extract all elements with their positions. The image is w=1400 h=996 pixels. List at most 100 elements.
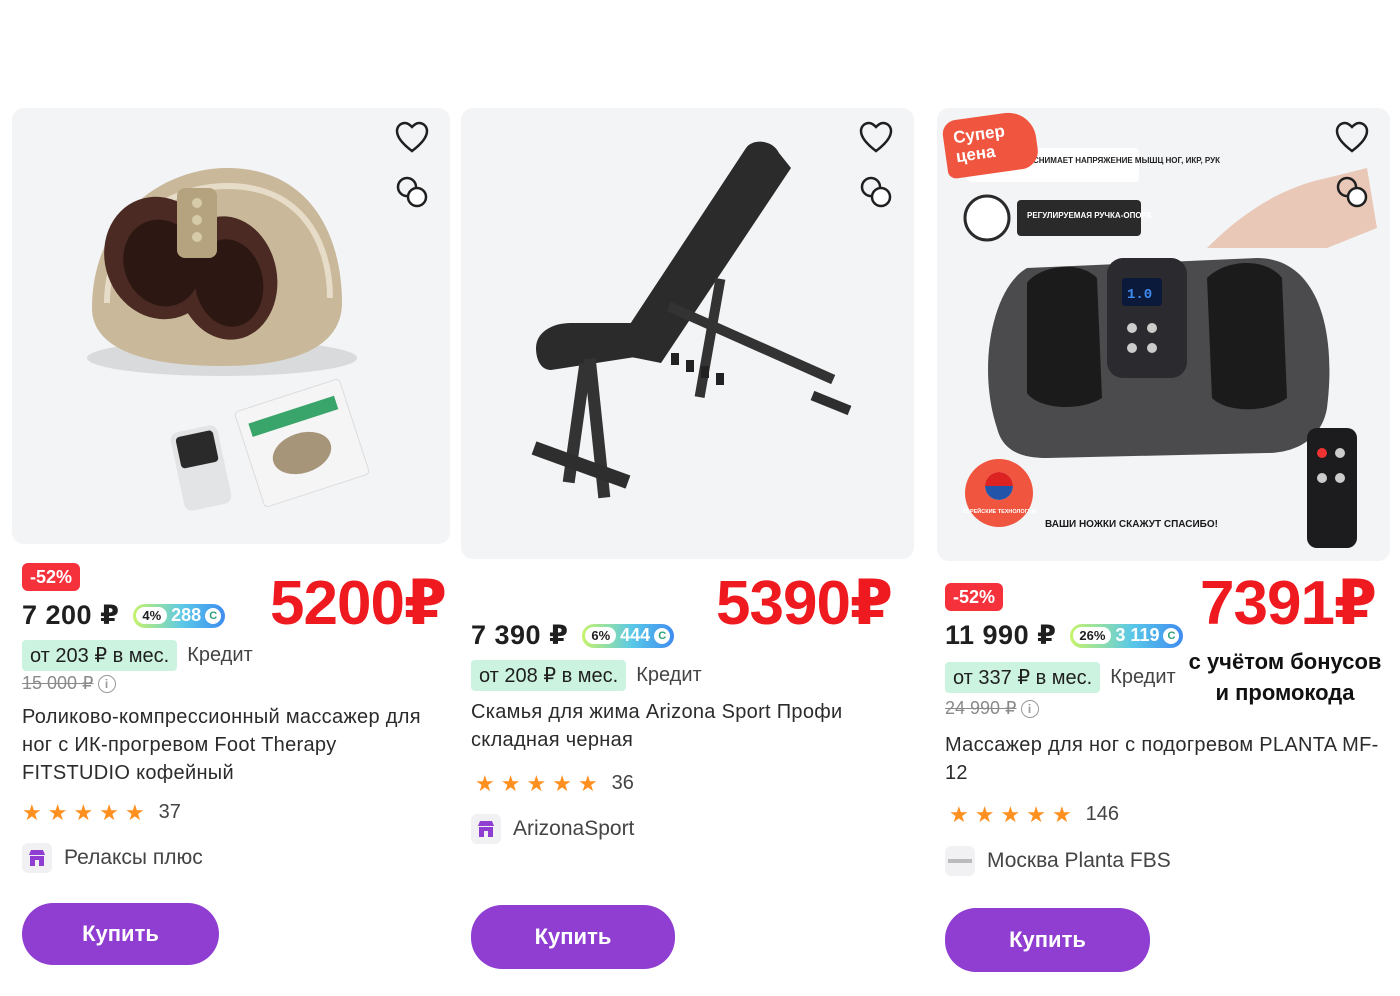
seller-name: Москва Planta FBS bbox=[987, 849, 1171, 872]
promo-price: 5200₽ bbox=[270, 569, 447, 638]
product-card: -52% 7 200 ₽ 4% 288 С от 203 ₽ в мес. Кр… bbox=[12, 0, 452, 996]
bonus-coin-icon: С bbox=[654, 627, 671, 644]
seller-name: Релаксы плюс bbox=[64, 846, 203, 869]
star-icon: ★ bbox=[1051, 801, 1072, 827]
buy-button[interactable]: Купить bbox=[22, 903, 219, 965]
monthly-payment[interactable]: от 203 ₽ в мес. bbox=[22, 640, 178, 671]
credit-row: от 208 ₽ в мес. Кредит bbox=[471, 660, 702, 691]
svg-text:1.0: 1.0 bbox=[1127, 287, 1152, 303]
rating: ★ ★ ★ ★ ★ 146 bbox=[949, 803, 1119, 826]
product-image[interactable] bbox=[461, 108, 914, 559]
star-rating: ★ ★ ★ ★ ★ bbox=[22, 799, 145, 825]
credit-row: от 203 ₽ в мес. Кредит bbox=[22, 640, 253, 671]
seller[interactable]: Москва Planta FBS bbox=[945, 846, 1171, 876]
bonus-percent: 26% bbox=[1073, 627, 1112, 644]
bonus-amount: 288 bbox=[171, 605, 202, 625]
star-icon: ★ bbox=[974, 801, 995, 827]
promo-note: с учётом бонусов и промокода bbox=[1178, 646, 1392, 708]
rating: ★ ★ ★ ★ ★ 36 bbox=[475, 772, 634, 795]
star-rating: ★ ★ ★ ★ ★ bbox=[475, 770, 598, 796]
monthly-payment[interactable]: от 208 ₽ в мес. bbox=[471, 660, 627, 691]
compare-icon[interactable] bbox=[858, 174, 894, 210]
heart-icon[interactable] bbox=[1334, 120, 1370, 156]
current-price: 7 200 ₽ bbox=[22, 600, 120, 630]
star-icon: ★ bbox=[1000, 801, 1021, 827]
star-icon: ★ bbox=[526, 770, 547, 796]
bonus-coin-icon: С bbox=[1163, 627, 1180, 644]
bonus-amount: 444 bbox=[620, 625, 651, 645]
foot-massager-image bbox=[87, 168, 370, 511]
discount-badge: -52% bbox=[945, 583, 1004, 611]
star-icon: ★ bbox=[1026, 801, 1046, 827]
current-price: 7 390 ₽ bbox=[471, 620, 569, 650]
monthly-payment[interactable]: от 337 ₽ в мес. bbox=[945, 662, 1101, 693]
old-price: 24 990 ₽ bbox=[945, 698, 1017, 718]
review-count[interactable]: 146 bbox=[1086, 803, 1119, 826]
seller-name: ArizonaSport bbox=[513, 817, 635, 840]
star-rating: ★ ★ ★ ★ ★ bbox=[949, 801, 1072, 827]
bench-image bbox=[531, 141, 852, 499]
discount-badge: -52% bbox=[22, 563, 81, 591]
svg-text:ВАШИ НОЖКИ СКАЖУТ СПАСИБО!: ВАШИ НОЖКИ СКАЖУТ СПАСИБО! bbox=[1045, 519, 1218, 530]
credit-link[interactable]: Кредит bbox=[187, 644, 252, 667]
seller[interactable]: Релаксы плюс bbox=[22, 843, 203, 873]
star-icon: ★ bbox=[47, 799, 68, 825]
star-icon: ★ bbox=[552, 770, 572, 796]
bonus-badge: 26% 3 119 С bbox=[1070, 623, 1184, 648]
product-card: 7 390 ₽ 6% 444 С от 208 ₽ в мес. Кредит … bbox=[461, 0, 914, 996]
old-price: 15 000 ₽ bbox=[22, 673, 94, 693]
star-icon: ★ bbox=[949, 801, 969, 827]
seller[interactable]: ArizonaSport bbox=[471, 814, 634, 844]
product-image[interactable] bbox=[12, 108, 450, 544]
promo-price: 5390₽ bbox=[716, 569, 893, 638]
info-icon[interactable]: i bbox=[97, 674, 116, 693]
promo-note-line: и промокода bbox=[1215, 680, 1355, 705]
bonus-coin-icon: С bbox=[205, 607, 222, 624]
star-icon: ★ bbox=[475, 770, 495, 796]
bonus-badge: 4% 288 С bbox=[133, 603, 226, 628]
product-card: СНИМАЕТ НАПРЯЖЕНИЕ МЫШЦ НОГ, ИКР, РУК РЕ… bbox=[937, 0, 1390, 996]
rating: ★ ★ ★ ★ ★ 37 bbox=[22, 801, 181, 824]
info-icon[interactable]: i bbox=[1020, 699, 1039, 718]
promo-price: 7391₽ bbox=[1200, 569, 1377, 638]
product-title[interactable]: Скамья для жима Arizona Sport Профи скла… bbox=[471, 698, 881, 754]
credit-link[interactable]: Кредит bbox=[636, 664, 701, 687]
price-row: 11 990 ₽ 26% 3 119 С bbox=[945, 620, 1184, 651]
heart-icon[interactable] bbox=[394, 120, 430, 156]
current-price: 11 990 ₽ bbox=[945, 620, 1057, 650]
star-icon: ★ bbox=[22, 799, 42, 825]
buy-button[interactable]: Купить bbox=[471, 905, 675, 969]
store-icon bbox=[945, 846, 975, 876]
store-icon bbox=[22, 843, 52, 873]
credit-row: от 337 ₽ в мес. Кредит bbox=[945, 662, 1176, 693]
review-count[interactable]: 36 bbox=[612, 772, 634, 795]
old-price-row: 15 000 ₽ i bbox=[22, 673, 116, 694]
star-icon: ★ bbox=[577, 770, 598, 796]
store-icon bbox=[471, 814, 501, 844]
buy-button[interactable]: Купить bbox=[945, 908, 1150, 972]
price-row: 7 390 ₽ 6% 444 С bbox=[471, 620, 675, 651]
price-row: 7 200 ₽ 4% 288 С bbox=[22, 600, 226, 631]
old-price-row: 24 990 ₽ i bbox=[945, 698, 1039, 719]
credit-link[interactable]: Кредит bbox=[1110, 666, 1175, 689]
star-icon: ★ bbox=[73, 799, 94, 825]
product-title[interactable]: Массажер для ног с подогревом PLANTA MF-… bbox=[945, 731, 1385, 787]
review-count[interactable]: 37 bbox=[159, 801, 181, 824]
bonus-percent: 4% bbox=[136, 607, 168, 624]
svg-text:РЕГУЛИРУЕМАЯ РУЧКА-ОПОРА: РЕГУЛИРУЕМАЯ РУЧКА-ОПОРА bbox=[1027, 211, 1152, 220]
product-title[interactable]: Роликово-компрессионный массажер для ног… bbox=[22, 703, 432, 787]
star-icon: ★ bbox=[124, 799, 145, 825]
promo-note-line: с учётом бонусов bbox=[1188, 649, 1382, 674]
bonus-percent: 6% bbox=[585, 627, 617, 644]
compare-icon[interactable] bbox=[1334, 174, 1370, 210]
product-image[interactable]: СНИМАЕТ НАПРЯЖЕНИЕ МЫШЦ НОГ, ИКР, РУК РЕ… bbox=[937, 108, 1390, 561]
compare-icon[interactable] bbox=[394, 174, 430, 210]
svg-text:КОРЕЙСКИЕ ТЕХНОЛОГИИ: КОРЕЙСКИЕ ТЕХНОЛОГИИ bbox=[962, 507, 1035, 515]
bonus-badge: 6% 444 С bbox=[582, 623, 675, 648]
bonus-amount: 3 119 bbox=[1115, 625, 1160, 645]
svg-text:СНИМАЕТ НАПРЯЖЕНИЕ МЫШЦ НОГ, И: СНИМАЕТ НАПРЯЖЕНИЕ МЫШЦ НОГ, ИКР, РУК bbox=[1033, 156, 1220, 165]
leg-massager-image: СНИМАЕТ НАПРЯЖЕНИЕ МЫШЦ НОГ, ИКР, РУК РЕ… bbox=[962, 148, 1377, 548]
star-icon: ★ bbox=[99, 799, 119, 825]
heart-icon[interactable] bbox=[858, 120, 894, 156]
star-icon: ★ bbox=[500, 770, 521, 796]
